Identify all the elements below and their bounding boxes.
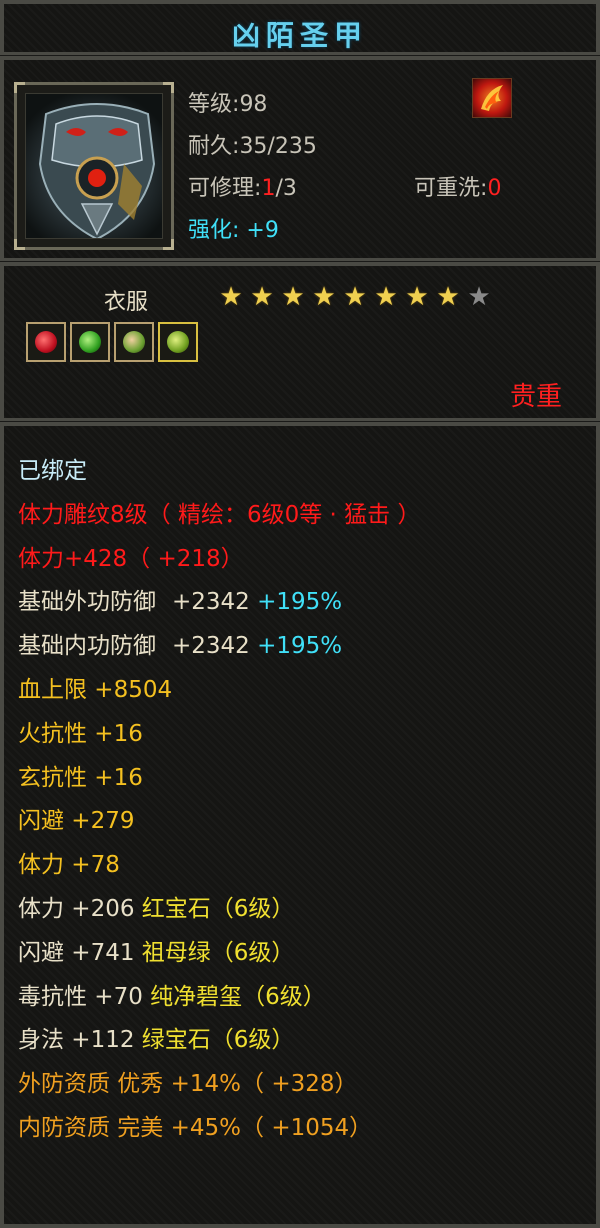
- item-name: 凶陌圣甲: [231, 19, 368, 52]
- fire-res-attr: 火抗性 +16: [18, 720, 143, 747]
- ext-defense-pct: +195%: [257, 589, 343, 616]
- bound-status: 已绑定: [18, 458, 87, 484]
- item-portrait[interactable]: [14, 82, 174, 250]
- jade-gem-icon[interactable]: [114, 322, 154, 362]
- int-defense-pct: +195%: [257, 633, 343, 660]
- star-filled-icon: ★: [374, 282, 398, 312]
- repair-used: 1: [261, 176, 276, 201]
- durability-value: 35/235: [239, 134, 317, 159]
- rewash-label: 可重洗: [414, 176, 481, 201]
- peridot-gem-icon[interactable]: [158, 322, 198, 362]
- star-filled-icon: ★: [312, 282, 336, 312]
- int-defense-value: +2342: [172, 633, 250, 660]
- gem1-name: 红宝石（6级）: [141, 895, 295, 922]
- emerald-gem-icon[interactable]: [70, 322, 110, 362]
- fire-phoenix-graphic: [481, 85, 503, 111]
- attributes-panel: 已绑定 体力雕纹8级（ 精绘：6级0等 · 猛击 ） 体力+428（ +218）…: [0, 421, 600, 1228]
- star-filled-icon: ★: [250, 282, 274, 312]
- frame-corner: [14, 239, 25, 250]
- int-defense-label: 基础内功防御: [18, 633, 156, 660]
- star-filled-icon: ★: [281, 282, 305, 312]
- hp-cap-attr: 血上限 +8504: [18, 676, 173, 703]
- level-row: 等级:98: [188, 92, 268, 117]
- repair-row: 可修理:1/3: [188, 176, 297, 201]
- star-rating: ★ ★ ★ ★ ★ ★ ★ ★ ★: [216, 284, 494, 310]
- stamina-main-attr: 体力+428（ +218）: [18, 545, 244, 572]
- ext-quality-attr: 外防资质 优秀 +14%（ +328）: [18, 1071, 358, 1098]
- enhance-value: +9: [246, 218, 279, 243]
- gem3-attr: 毒抗性 +70 纯净碧玺（6级）: [18, 976, 586, 1020]
- gem3-name: 纯净碧玺（6级）: [150, 983, 326, 1010]
- repair-total: /3: [275, 176, 297, 201]
- item-type-panel: 衣服 ★ ★ ★ ★ ★ ★ ★ ★ ★ 贵重: [0, 261, 600, 423]
- rewash-value: 0: [487, 176, 502, 201]
- frame-corner: [163, 82, 174, 93]
- star-empty-icon: ★: [467, 282, 491, 312]
- gem1-stat: 体力 +206: [18, 895, 135, 922]
- star-filled-icon: ★: [343, 282, 367, 312]
- engrave-attr: 体力雕纹8级（ 精绘：6级0等 · 猛击 ）: [18, 501, 421, 528]
- ruby-gem-icon[interactable]: [26, 322, 66, 362]
- gem2-name: 祖母绿（6级）: [141, 939, 295, 966]
- gem2-attr: 闪避 +741 祖母绿（6级）: [18, 932, 586, 976]
- star-filled-icon: ★: [436, 282, 460, 312]
- level-label: 等级: [188, 92, 233, 117]
- level-value: 98: [239, 92, 268, 117]
- enhance-row: 强化: +9: [188, 218, 279, 243]
- durability-label: 耐久: [188, 134, 233, 159]
- stamina-attr: 体力 +78: [18, 852, 120, 879]
- gem4-name: 绿宝石（6级）: [141, 1027, 295, 1054]
- int-defense-attr: 基础内功防御 +2342 +195%: [18, 625, 586, 669]
- gem-slots: [26, 322, 198, 362]
- chest-armor-icon: [25, 93, 163, 239]
- item-category: 衣服: [104, 290, 149, 315]
- ext-defense-label: 基础外功防御: [18, 589, 156, 616]
- gem4-attr: 身法 +112 绿宝石（6级）: [18, 1019, 586, 1063]
- gem3-stat: 毒抗性 +70: [18, 983, 143, 1010]
- int-quality-attr: 内防资质 完美 +45%（ +1054）: [18, 1114, 373, 1141]
- rewash-row: 可重洗:0: [414, 176, 502, 201]
- enhance-label: 强化: [188, 218, 233, 243]
- dodge-attr: 闪避 +279: [18, 808, 135, 835]
- star-filled-icon: ★: [219, 282, 243, 312]
- gem2-stat: 闪避 +741: [18, 939, 135, 966]
- ext-defense-value: +2342: [172, 589, 250, 616]
- attribute-list: 已绑定 体力雕纹8级（ 精绘：6级0等 · 猛击 ） 体力+428（ +218）…: [18, 450, 586, 1151]
- item-header-panel: 等级:98 耐久:35/235 可修理:1/3 可重洗:0 强化: +9: [0, 55, 600, 263]
- chest-armor-graphic: [38, 103, 156, 238]
- title-panel: 凶陌圣甲: [0, 0, 600, 57]
- rarity-label: 贵重: [509, 382, 562, 412]
- durability-row: 耐久:35/235: [188, 134, 317, 159]
- repair-label: 可修理: [188, 176, 255, 201]
- frame-corner: [14, 82, 25, 93]
- star-filled-icon: ★: [405, 282, 429, 312]
- frame-corner: [163, 239, 174, 250]
- gem4-stat: 身法 +112: [18, 1027, 135, 1054]
- mystic-res-attr: 玄抗性 +16: [18, 764, 143, 791]
- fire-phoenix-icon[interactable]: [472, 78, 512, 118]
- ext-defense-attr: 基础外功防御 +2342 +195%: [18, 581, 586, 625]
- gem1-attr: 体力 +206 红宝石（6级）: [18, 888, 586, 932]
